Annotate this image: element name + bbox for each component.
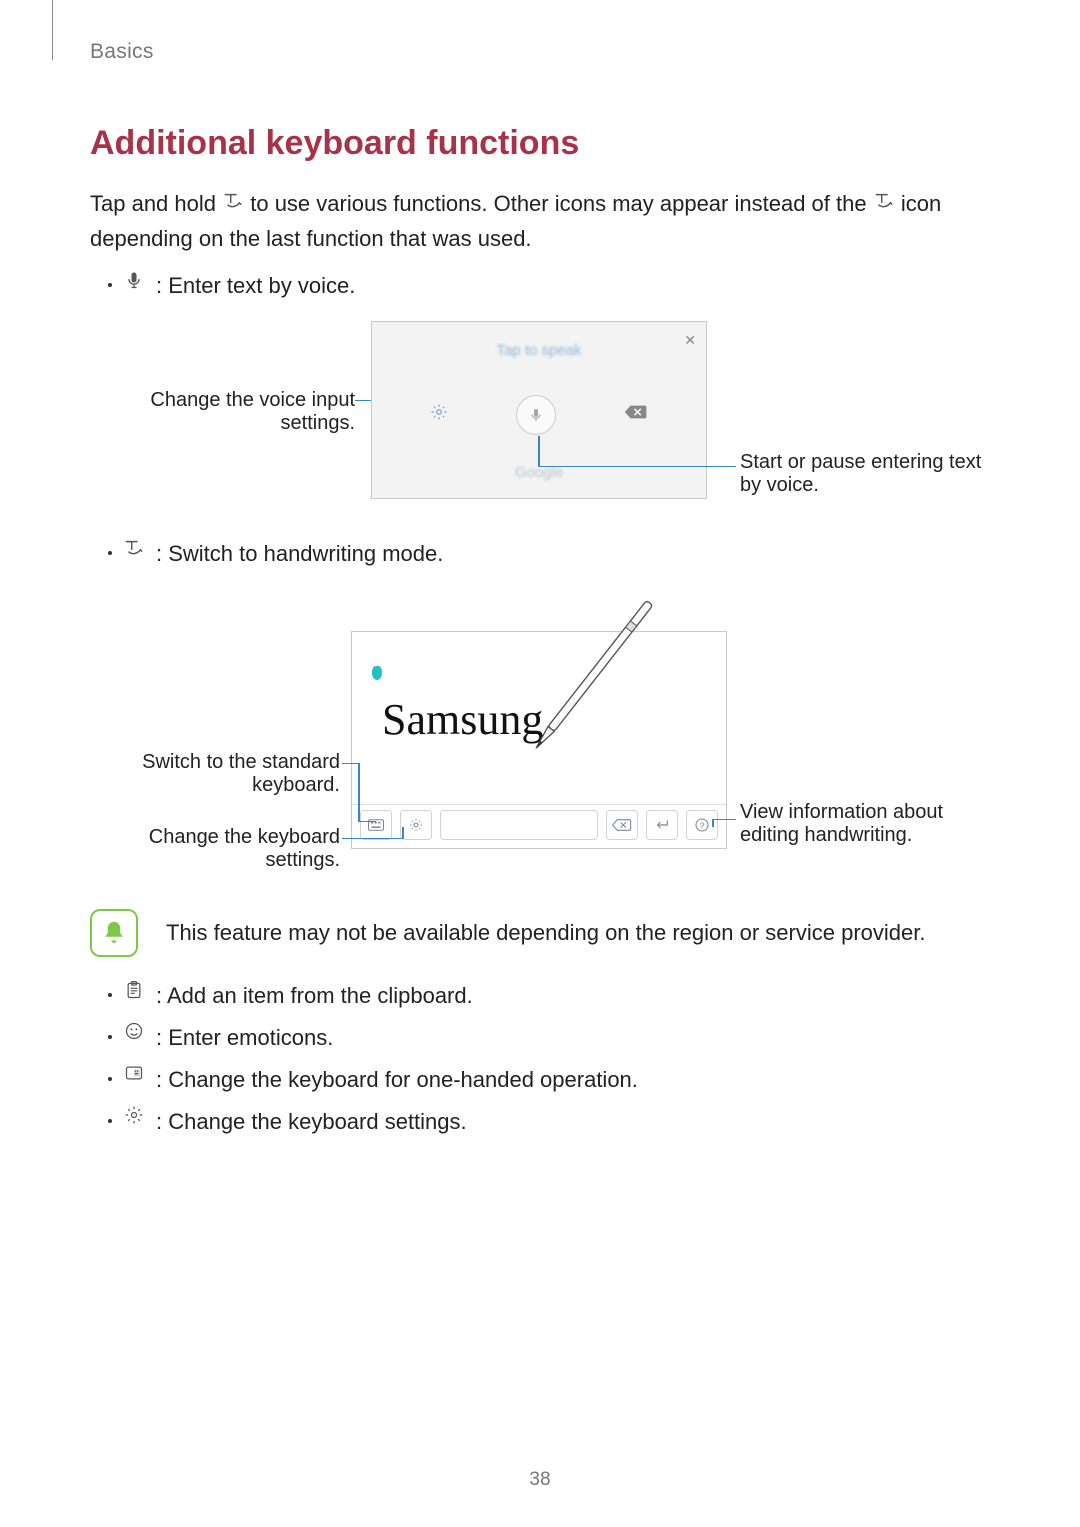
leader-line <box>712 819 736 821</box>
stylus-icon <box>519 594 659 767</box>
note: This feature may not be available depend… <box>90 909 990 957</box>
pen-t-icon <box>122 537 146 559</box>
keyboard-icon[interactable] <box>360 810 392 840</box>
leader-line <box>342 763 358 765</box>
mic-button[interactable] <box>516 395 556 435</box>
clipboard-icon <box>122 979 146 1001</box>
page-margin-rule <box>52 0 53 60</box>
bullet-text: : Enter text by voice. <box>156 269 355 303</box>
pen-t-icon <box>873 188 895 221</box>
section-heading: Additional keyboard functions <box>90 124 990 163</box>
handwriting-toolbar: ? <box>352 804 726 846</box>
callout-handwriting-info: View information about editing handwriti… <box>740 801 998 847</box>
gear-icon[interactable] <box>430 403 448 426</box>
leader-line <box>358 763 360 821</box>
gear-icon <box>122 1105 146 1125</box>
page-number: 38 <box>0 1469 1080 1491</box>
list-item: : Change the keyboard settings. <box>108 1105 990 1139</box>
note-bell-icon <box>90 909 138 957</box>
handwriting-sample: Samsung <box>382 694 543 745</box>
intro-text-2: to use various functions. Other icons ma… <box>250 191 872 216</box>
bullet-dot <box>108 1077 112 1081</box>
note-text: This feature may not be available depend… <box>166 920 925 946</box>
voice-input-panel: Tap to speak ✕ Google <box>371 321 707 499</box>
bullet-dot <box>108 283 112 287</box>
mic-icon <box>122 269 146 291</box>
figure-handwriting: Samsung ? <box>90 581 990 871</box>
smiley-icon <box>122 1021 146 1041</box>
leader-line <box>538 466 736 468</box>
close-icon[interactable]: ✕ <box>684 332 696 349</box>
intro-text-1: Tap and hold <box>90 191 222 216</box>
voice-panel-title: Tap to speak <box>496 342 581 359</box>
list-item: : Enter text by voice. <box>108 269 990 303</box>
leader-line <box>402 827 404 839</box>
leader-line <box>342 838 402 840</box>
list-item: : Add an item from the clipboard. <box>108 979 990 1013</box>
pen-t-icon <box>222 188 244 221</box>
handwriting-canvas[interactable]: Samsung <box>352 632 726 804</box>
bullet-text: : Change the keyboard settings. <box>156 1105 467 1139</box>
callout-start-pause-voice: Start or pause entering text by voice. <box>740 451 1000 497</box>
breadcrumb: Basics <box>90 40 990 64</box>
bullet-text: : Change the keyboard for one-handed ope… <box>156 1063 638 1097</box>
bullet-text: : Add an item from the clipboard. <box>156 979 473 1013</box>
backspace-icon[interactable] <box>606 810 638 840</box>
intro-paragraph: Tap and hold to use various functions. O… <box>90 187 990 255</box>
onehand-kb-icon <box>122 1063 146 1083</box>
bullet-dot <box>108 993 112 997</box>
bullet-dot <box>108 551 112 555</box>
list-item: : Change the keyboard for one-handed ope… <box>108 1063 990 1097</box>
enter-icon[interactable] <box>646 810 678 840</box>
callout-keyboard-settings: Change the keyboard settings. <box>90 826 340 872</box>
callout-standard-keyboard: Switch to the standard keyboard. <box>90 751 340 797</box>
gear-icon[interactable] <box>400 810 432 840</box>
voice-panel-header: Tap to speak ✕ <box>372 322 706 380</box>
svg-text:?: ? <box>700 821 705 831</box>
list-item: : Switch to handwriting mode. <box>108 537 990 571</box>
spacebar[interactable] <box>440 810 598 840</box>
leader-line <box>538 436 540 466</box>
bullet-dot <box>108 1119 112 1123</box>
leader-line <box>358 821 376 823</box>
callout-change-voice-settings: Change the voice input settings. <box>90 389 355 435</box>
bullet-text: : Switch to handwriting mode. <box>156 537 443 571</box>
bullet-text: : Enter emoticons. <box>156 1021 333 1055</box>
figure-voice-input: Change the voice input settings. Tap to … <box>90 321 990 511</box>
handwriting-panel: Samsung ? <box>351 631 727 849</box>
bullet-dot <box>108 1035 112 1039</box>
list-item: : Enter emoticons. <box>108 1021 990 1055</box>
backspace-icon[interactable] <box>624 404 648 425</box>
ink-dot <box>372 666 382 680</box>
